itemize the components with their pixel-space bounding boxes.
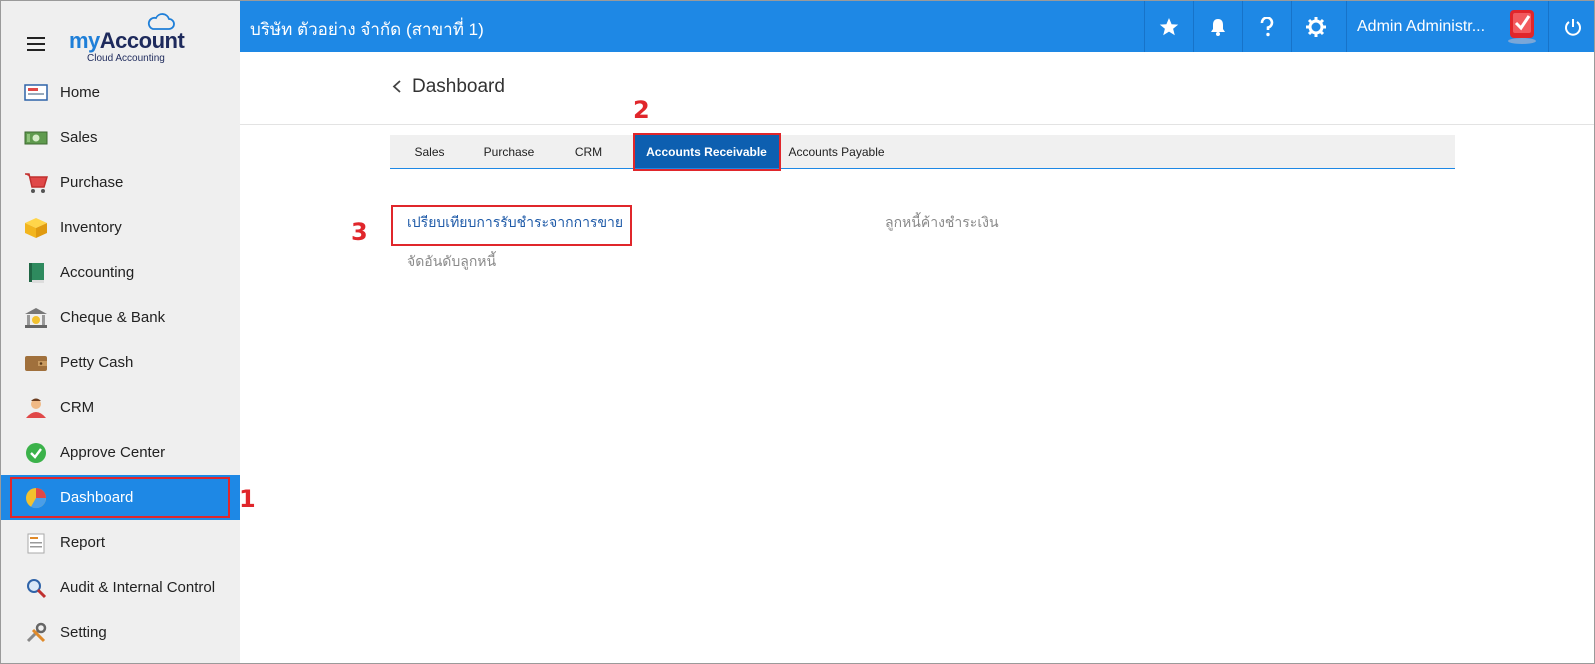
- logo-wordmark: myAccount: [69, 28, 185, 53]
- notifications-button[interactable]: [1193, 1, 1242, 52]
- sidebar-item-accounting[interactable]: Accounting: [1, 250, 240, 295]
- back-arrow-icon[interactable]: [390, 76, 404, 96]
- app-frame: myAccount Cloud Accounting Home Sales Pu…: [0, 0, 1595, 664]
- shield-check-icon: [1508, 10, 1536, 44]
- annotation-step-1: 1: [239, 485, 256, 513]
- book-icon: [24, 261, 48, 285]
- annotation-step-2: 2: [633, 96, 650, 124]
- tab-sales[interactable]: Sales: [390, 135, 469, 168]
- sidebar-item-report[interactable]: Report: [1, 520, 240, 565]
- tab-accounts-payable[interactable]: Accounts Payable: [779, 135, 894, 168]
- company-name[interactable]: บริษัท ตัวอย่าง จำกัด (สาขาที่ 1): [250, 16, 484, 43]
- sidebar-item-crm[interactable]: CRM: [1, 385, 240, 430]
- sidebar-item-cheque-bank[interactable]: Cheque & Bank: [1, 295, 240, 340]
- wallet-icon: [24, 351, 48, 375]
- sidebar-item-label: Sales: [60, 129, 98, 146]
- report-link-rank-debtors[interactable]: จัดอันดับลูกหนี้: [407, 251, 496, 273]
- sidebar-item-label: Audit & Internal Control: [60, 579, 216, 596]
- sidebar-item-dashboard[interactable]: Dashboard: [1, 475, 240, 520]
- question-icon: [1260, 16, 1274, 36]
- sidebar-item-label: Cheque & Bank: [60, 309, 166, 326]
- settings-button[interactable]: [1291, 1, 1340, 52]
- top-bar: บริษัท ตัวอย่าง จำกัด (สาขาที่ 1) Admin …: [240, 1, 1594, 52]
- annotation-step-3: 3: [351, 218, 368, 246]
- star-icon: [1159, 17, 1179, 35]
- sidebar-item-label: Home: [60, 84, 101, 101]
- check-circle-icon: [24, 441, 48, 465]
- sidebar-item-label: Approve Center: [60, 444, 166, 461]
- bank-icon: [24, 306, 48, 330]
- sidebar-item-label: Dashboard: [60, 489, 134, 506]
- sidebar-item-label: Report: [60, 534, 106, 551]
- tools-icon: [24, 621, 48, 645]
- sidebar-item-label: CRM: [60, 399, 95, 416]
- favorites-button[interactable]: [1144, 1, 1193, 52]
- page-title: Dashboard: [412, 76, 505, 97]
- sidebar-item-setting[interactable]: Setting: [1, 610, 240, 655]
- sidebar-item-label: Accounting: [60, 264, 135, 281]
- sidebar-item-sales[interactable]: Sales: [1, 115, 240, 160]
- user-name: Admin Administr...: [1357, 17, 1486, 35]
- report-link-compare-payment[interactable]: เปรียบเทียบการรับชำระจากการขาย: [407, 212, 623, 234]
- logo-row: myAccount Cloud Accounting: [1, 1, 240, 71]
- app-logo[interactable]: myAccount Cloud Accounting: [69, 13, 189, 64]
- home-icon: [24, 81, 48, 105]
- magnifier-icon: [24, 576, 48, 600]
- page-header: Dashboard: [240, 52, 1594, 125]
- report-icon: [24, 531, 48, 555]
- tab-crm[interactable]: CRM: [549, 135, 628, 168]
- sidebar-item-label: Purchase: [60, 174, 124, 191]
- power-icon: [1564, 18, 1581, 36]
- dashboard-tabs: Sales Purchase CRM Accounts Receivable A…: [390, 135, 1455, 169]
- sidebar-menu: Home Sales Purchase Inventory Accounting…: [1, 70, 240, 655]
- sidebar-item-purchase[interactable]: Purchase: [1, 160, 240, 205]
- sidebar: myAccount Cloud Accounting Home Sales Pu…: [1, 1, 240, 663]
- tab-accounts-receivable[interactable]: Accounts Receivable: [634, 135, 779, 168]
- sidebar-item-label: Inventory: [60, 219, 122, 236]
- sidebar-item-label: Setting: [60, 624, 107, 641]
- person-icon: [24, 396, 48, 420]
- tab-purchase[interactable]: Purchase: [469, 135, 549, 168]
- pie-chart-icon: [24, 486, 48, 510]
- sidebar-item-label: Petty Cash: [60, 354, 134, 371]
- gear-icon: [1306, 16, 1326, 37]
- help-button[interactable]: [1242, 1, 1291, 52]
- report-link-outstanding-debtors[interactable]: ลูกหนี้ค้างชำระเงิน: [885, 212, 999, 234]
- user-menu[interactable]: Admin Administr...: [1346, 1, 1548, 52]
- bell-icon: [1211, 18, 1225, 36]
- main-content: Dashboard Sales Purchase CRM Accounts Re…: [240, 52, 1594, 663]
- hamburger-menu-icon[interactable]: [27, 37, 45, 51]
- money-icon: [24, 126, 48, 150]
- sidebar-item-inventory[interactable]: Inventory: [1, 205, 240, 250]
- sidebar-item-audit[interactable]: Audit & Internal Control: [1, 565, 240, 610]
- box-icon: [24, 216, 48, 240]
- sidebar-item-home[interactable]: Home: [1, 70, 240, 115]
- cart-icon: [24, 171, 48, 195]
- logout-button[interactable]: [1548, 1, 1594, 52]
- sidebar-item-petty-cash[interactable]: Petty Cash: [1, 340, 240, 385]
- logo-subtitle: Cloud Accounting: [87, 53, 165, 64]
- sidebar-item-approve-center[interactable]: Approve Center: [1, 430, 240, 475]
